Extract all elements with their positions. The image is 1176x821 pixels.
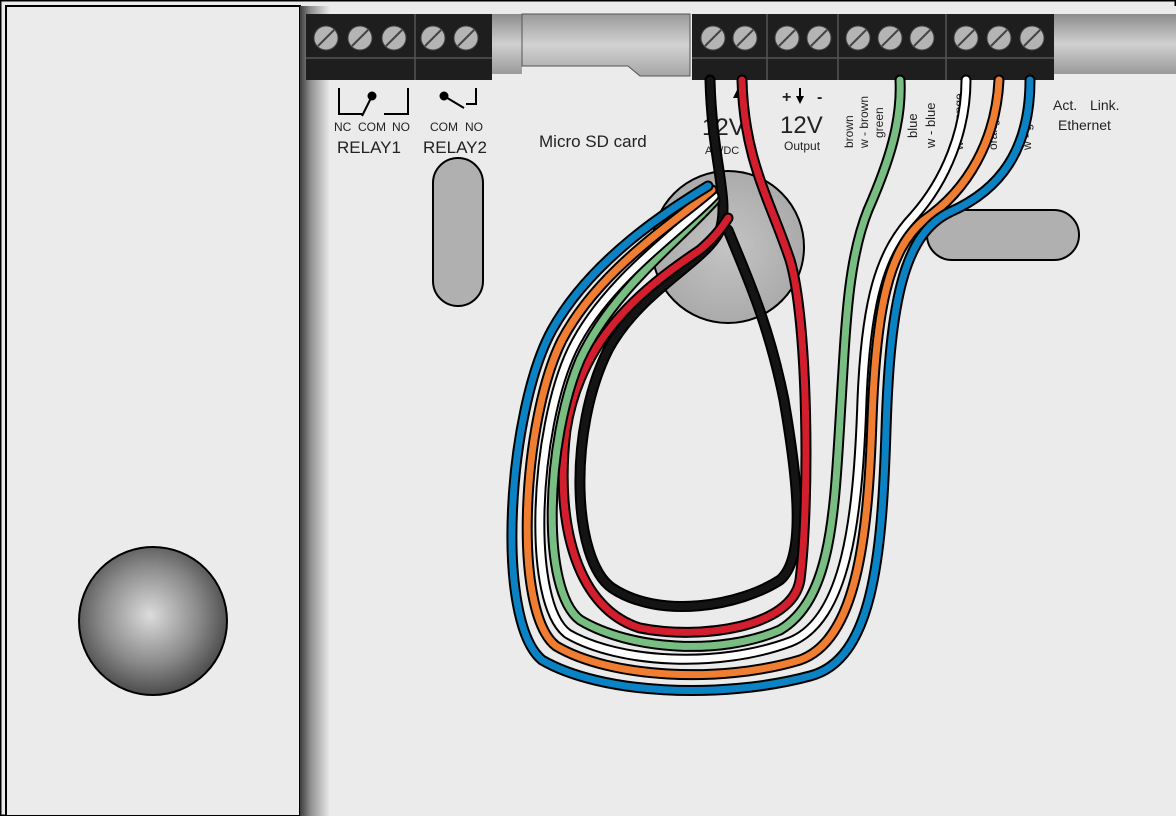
relay1-no-label: NO [392,120,410,134]
relay-terminal-block [306,14,492,80]
board-inner-wall [300,6,330,816]
screw-icon [877,25,903,51]
screw-icon [806,25,832,51]
screw-icon [700,25,726,51]
wiring-diagram: NC COM NO RELAY1 COM NO RELAY2 Micro SD … [0,0,1176,818]
relay1-com-label: COM [358,120,386,134]
door-knob-icon [78,546,228,696]
diagram-canvas: NC COM NO RELAY1 COM NO RELAY2 Micro SD … [0,0,1176,818]
screw-icon [313,25,339,51]
screw-icon [774,25,800,51]
screw-icon [1019,25,1045,51]
power-out-minus-label: - [817,89,822,106]
screw-icon [453,25,479,51]
power-out-voltage-label: 12V [780,112,823,139]
wire-label-w-brown: w - brown [857,96,871,149]
relay1-name-label: RELAY1 [337,138,401,157]
screw-icon [381,25,407,51]
screw-icon [732,25,758,51]
relay1-nc-label: NC [334,120,352,134]
power-out-plus-label: + [782,89,791,106]
screw-icon [953,25,979,51]
ethernet-act-label: Act. [1053,97,1077,113]
ethernet-link-label: Link. [1090,97,1120,113]
mounting-slot-vertical [432,157,484,307]
screw-icon [986,25,1012,51]
screw-icon [909,25,935,51]
wire-label-w-blue: w - blue [923,102,938,149]
ethernet-connector [1054,14,1176,74]
micro-sd-label: Micro SD card [539,132,647,151]
relay2-name-label: RELAY2 [423,138,487,157]
wire-label-blue: blue [905,113,920,138]
screw-icon [347,25,373,51]
wire-label-green: green [872,107,886,138]
relay2-com-label: COM [430,120,458,134]
power-out-type-label: Output [784,139,821,153]
screw-icon [845,25,871,51]
screw-icon [420,25,446,51]
power-ethernet-terminal-block [692,14,1054,80]
relay2-no-label: NO [465,120,483,134]
ethernet-name-label: Ethernet [1058,117,1111,133]
wire-label-brown: brown [842,115,856,148]
